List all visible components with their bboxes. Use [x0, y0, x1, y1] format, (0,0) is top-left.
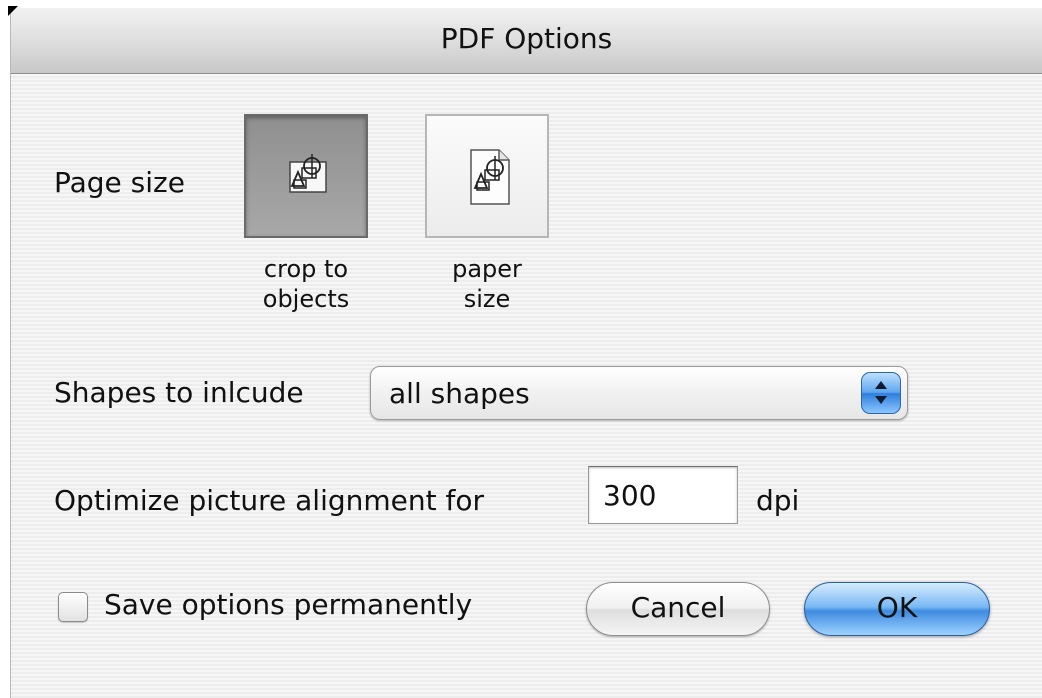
title-bar[interactable]: PDF Options	[11, 8, 1042, 74]
dpi-input[interactable]	[588, 466, 738, 524]
paper-size-icon	[470, 149, 510, 205]
corner-marker	[8, 6, 18, 16]
shapes-select[interactable]: all shapes	[370, 366, 908, 420]
save-options-label[interactable]: Save options permanently	[104, 588, 472, 621]
save-options-checkbox[interactable]	[58, 592, 88, 622]
cancel-button[interactable]: Cancel	[586, 582, 770, 636]
paper-size-button[interactable]	[425, 114, 549, 238]
arrow-up-icon	[875, 381, 887, 389]
dpi-unit-label: dpi	[756, 484, 800, 517]
shapes-to-include-label: Shapes to inlcude	[54, 376, 304, 409]
crop-to-objects-icon	[289, 154, 327, 193]
shapes-select-value: all shapes	[389, 377, 530, 410]
ok-button[interactable]: OK	[804, 582, 990, 636]
optimize-alignment-label: Optimize picture alignment for	[54, 484, 485, 517]
dialog-title: PDF Options	[440, 22, 613, 55]
page-size-label: Page size	[54, 166, 185, 199]
paper-size-caption: paper size	[452, 255, 522, 313]
crop-to-objects-button[interactable]	[244, 114, 368, 238]
crop-to-objects-caption: crop to objects	[262, 255, 350, 313]
up-down-arrows-icon	[861, 372, 901, 414]
arrow-down-icon	[875, 396, 887, 404]
